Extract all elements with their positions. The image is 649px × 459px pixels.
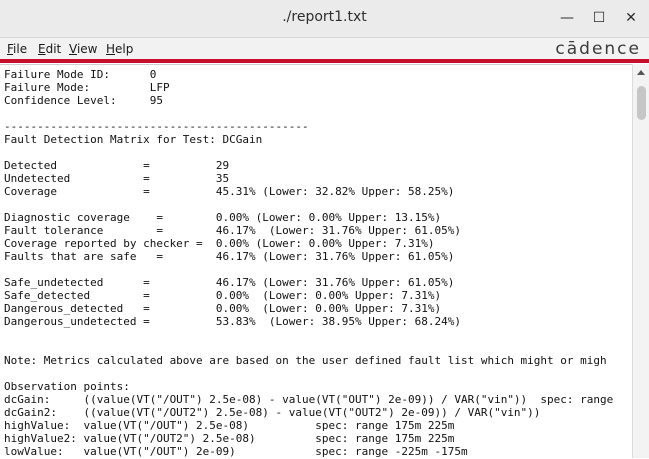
maximize-button[interactable]: ☐: [588, 8, 610, 28]
report-line: Failure Mode ID: 0: [4, 68, 157, 81]
report-line: Undetected = 35: [4, 172, 230, 185]
menu-edit-label: dit: [45, 42, 62, 56]
brand-divider: [0, 59, 649, 63]
report-line: dcGain2: ((value(VT("/OUT2") 2.5e-08) - …: [4, 406, 541, 419]
cadence-logo: cādence: [555, 39, 641, 59]
report-line: Failure Mode: LFP: [4, 81, 170, 94]
menu-edit[interactable]: Edit: [38, 42, 61, 56]
vertical-scrollbar[interactable]: [632, 64, 649, 458]
report-line: highValue: value(VT("/OUT") 2.5e-08) spe…: [4, 419, 455, 432]
menu-bar: File Edit View Help cādence: [0, 38, 649, 60]
menu-view-label: iew: [76, 42, 98, 56]
title-bar: ./report1.txt — ☐ ✕: [0, 0, 649, 38]
report-line: dcGain: ((value(VT("/OUT") 2.5e-08) - va…: [4, 393, 614, 406]
menu-help-label: elp: [115, 42, 134, 56]
scroll-up-arrow-icon[interactable]: [637, 70, 645, 75]
scrollbar-thumb[interactable]: [637, 86, 646, 120]
menu-file[interactable]: File: [7, 42, 27, 56]
report-line: Fault tolerance = 46.17% (Lower: 31.76% …: [4, 224, 461, 237]
report-line: ----------------------------------------…: [4, 120, 309, 133]
report-line: Fault Detection Matrix for Test: DCGain: [4, 133, 263, 146]
report-line: lowValue: value(VT("/OUT") 2e-09) spec: …: [4, 445, 468, 458]
report-line: Safe_detected = 0.00% (Lower: 0.00% Uppe…: [4, 289, 442, 302]
report-line: Dangerous_detected = 0.00% (Lower: 0.00%…: [4, 302, 442, 315]
report-line: Diagnostic coverage = 0.00% (Lower: 0.00…: [4, 211, 442, 224]
report-text: Failure Mode ID: 0 Failure Mode: LFP Con…: [0, 65, 632, 458]
report-line: Faults that are safe = 46.17% (Lower: 31…: [4, 250, 455, 263]
report-line: Confidence Level: 95: [4, 94, 163, 107]
minimize-button[interactable]: —: [556, 8, 578, 28]
report-line: Dangerous_undetected = 53.83% (Lower: 38…: [4, 315, 461, 328]
report-line: Observation points:: [4, 380, 130, 393]
menu-file-label: ile: [13, 42, 28, 56]
report-line: Coverage reported by checker = 0.00% (Lo…: [4, 237, 435, 250]
report-line: Detected = 29: [4, 159, 230, 172]
menu-help[interactable]: Help: [106, 42, 133, 56]
menu-view[interactable]: View: [69, 42, 97, 56]
report-line: Safe_undetected = 46.17% (Lower: 31.76% …: [4, 276, 455, 289]
close-button[interactable]: ✕: [620, 8, 642, 28]
menu-view-mnemonic: V: [69, 42, 77, 56]
menu-edit-mnemonic: E: [38, 42, 46, 56]
report-line: Note: Metrics calculated above are based…: [4, 354, 607, 367]
report-line: highValue2: value(VT("/OUT2") 2.5e-08) s…: [4, 432, 455, 445]
text-viewer[interactable]: Failure Mode ID: 0 Failure Mode: LFP Con…: [0, 64, 632, 459]
report-line: Coverage = 45.31% (Lower: 32.82% Upper: …: [4, 185, 455, 198]
menu-help-mnemonic: H: [106, 42, 116, 56]
window-title: ./report1.txt: [282, 9, 367, 25]
